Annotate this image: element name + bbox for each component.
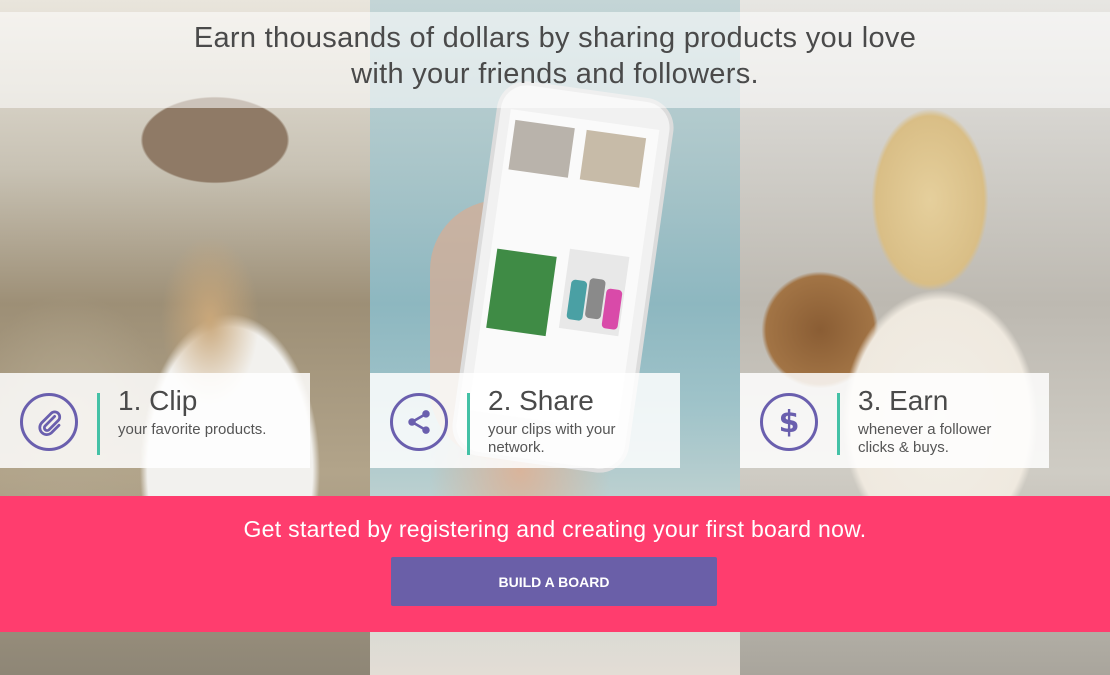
step-description: your clips with your network. [488, 421, 616, 456]
build-a-board-button[interactable]: BUILD A BOARD [391, 557, 717, 606]
dollar-icon: $ [760, 393, 818, 451]
step-card-earn: $ 3. Earn whenever a follower clicks & b… [740, 373, 1049, 468]
step-divider [97, 393, 100, 455]
cta-text: Get started by registering and creating … [243, 516, 867, 542]
step-title: 2. Share [488, 385, 594, 416]
headline-line-2: with your friends and followers. [351, 58, 759, 90]
headline-line-1: Earn thousands of dollars by sharing pro… [193, 22, 917, 54]
paperclip-icon [20, 393, 78, 451]
step-card-clip: 1. Clip your favorite products. [0, 373, 310, 468]
step-title: 3. Earn [858, 385, 949, 416]
step-title: 1. Clip [118, 385, 198, 416]
step-description: whenever a follower clicks & buys. [858, 421, 992, 456]
cta-band: Get started by registering and creating … [0, 496, 1110, 632]
step-divider [467, 393, 470, 455]
share-icon [390, 393, 448, 451]
page-headline: Earn thousands of dollars by sharing pro… [0, 20, 1110, 92]
step-card-share: 2. Share your clips with your network. [370, 373, 680, 468]
step-description: your favorite products. [118, 421, 267, 438]
step-divider [837, 393, 840, 455]
